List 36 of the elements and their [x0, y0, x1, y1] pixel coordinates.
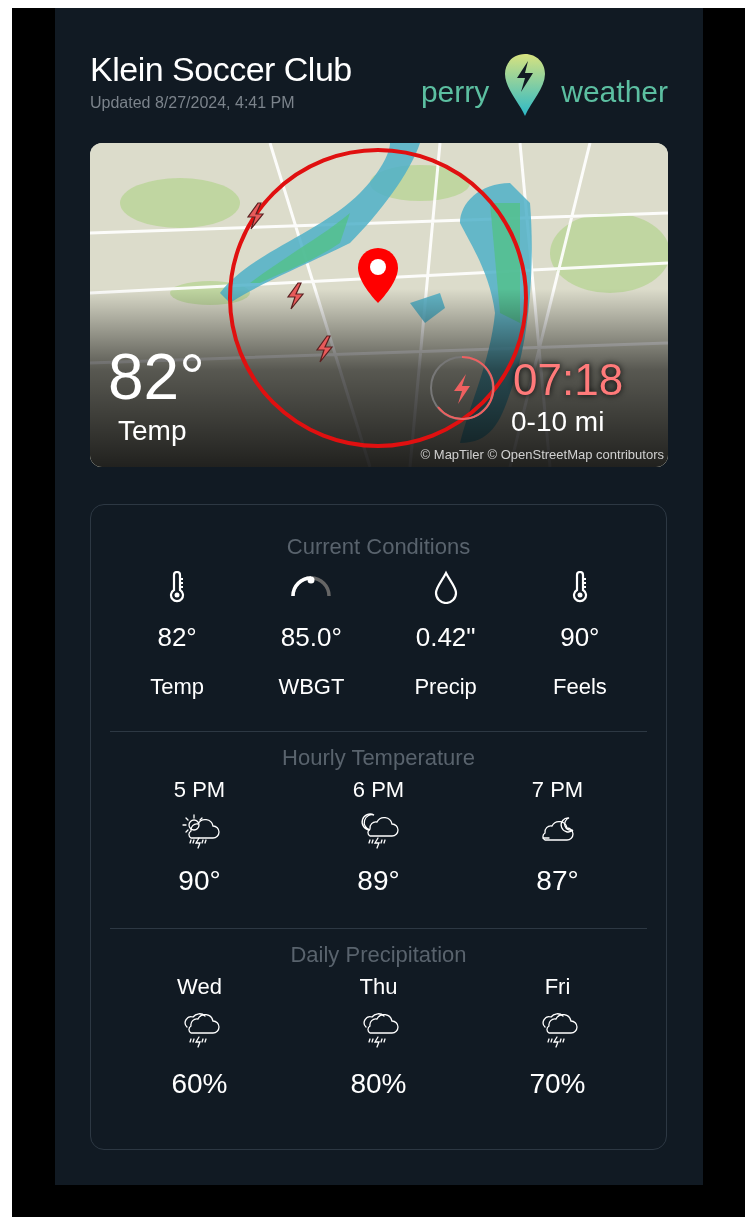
range-label: 0-10 mi	[511, 406, 605, 438]
temperature-reading: 82°	[108, 343, 205, 411]
condition-label: Feels	[552, 673, 607, 701]
hourly-temperature: 87°	[536, 864, 579, 898]
condition-value: 0.42"	[415, 621, 476, 653]
condition-label: Temp	[150, 673, 204, 701]
hourly-temperature: 90°	[178, 864, 221, 898]
temperature-label: Temp	[118, 415, 187, 447]
club-title: Klein Soccer Club	[90, 49, 352, 90]
day-label: Wed	[177, 973, 222, 1001]
drop-icon	[432, 570, 459, 604]
precipitation-chance: 80%	[350, 1067, 407, 1101]
section-title: Daily Precipitation	[289, 941, 468, 969]
precipitation-chance: 60%	[171, 1067, 228, 1101]
condition-value: 85.0°	[280, 621, 342, 653]
map-attribution: © MapTiler © OpenStreetMap contributors	[420, 447, 664, 463]
gauge-icon	[290, 576, 333, 598]
section-title: Hourly Temperature	[281, 744, 476, 772]
day-label: Thu	[359, 973, 398, 1001]
condition-value: 82°	[157, 621, 197, 653]
condition-value: 90°	[560, 621, 600, 653]
countdown-timer: 07:18	[513, 355, 624, 405]
hour-label: 6 PM	[352, 776, 405, 804]
section-title: Current Conditions	[285, 533, 472, 561]
precipitation-chance: 70%	[529, 1067, 586, 1101]
condition-label: Precip	[414, 673, 477, 701]
logo-text: weather	[561, 75, 668, 109]
updated-timestamp: Updated 8/27/2024, 4:41 PM	[90, 94, 296, 112]
day-label: Fri	[544, 973, 571, 1001]
pin-logo-icon	[503, 52, 548, 118]
hourly-temperature: 89°	[357, 864, 400, 898]
hour-label: 5 PM	[173, 776, 226, 804]
hour-label: 7 PM	[531, 776, 584, 804]
lightning-timer-icon	[428, 354, 496, 422]
logo-text: perry	[420, 75, 490, 109]
condition-label: WBGT	[278, 673, 345, 701]
